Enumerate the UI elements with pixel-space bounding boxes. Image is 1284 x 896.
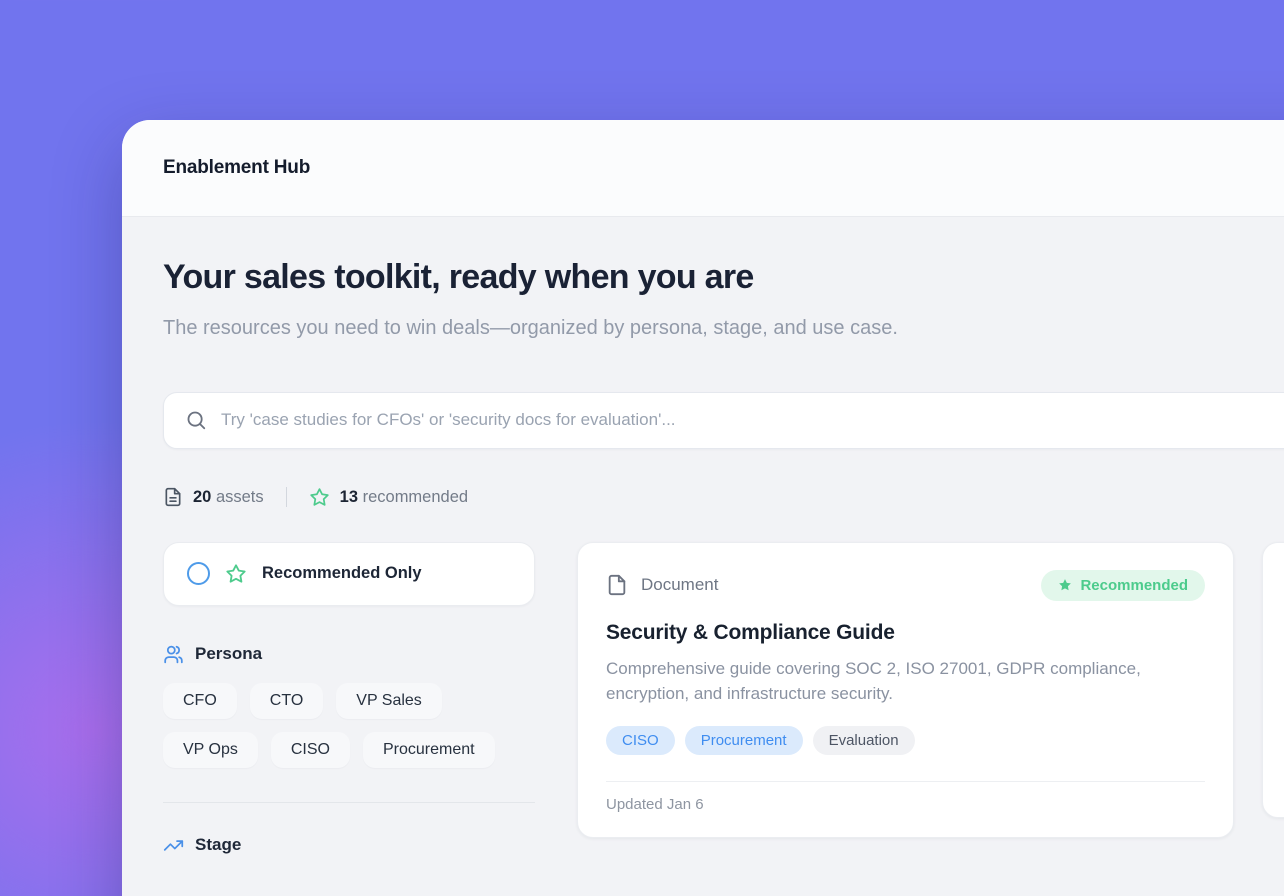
filters-sidebar: Recommended Only Persona: [163, 542, 535, 856]
search-bar[interactable]: [163, 392, 1284, 449]
tag-ciso: CISO: [606, 726, 675, 755]
persona-chip-procurement[interactable]: Procurement: [363, 732, 495, 768]
sidebar-divider: [163, 802, 535, 803]
panel-header: Enablement Hub: [122, 120, 1284, 217]
card-tags: CISO Procurement Evaluation: [606, 726, 1205, 755]
persona-chip-cfo[interactable]: CFO: [163, 683, 237, 719]
enablement-hub-panel: Enablement Hub Your sales toolkit, ready…: [122, 120, 1284, 896]
persona-chip-vp-sales[interactable]: VP Sales: [336, 683, 442, 719]
file-text-icon: [163, 487, 183, 507]
star-icon: [309, 487, 330, 508]
recommended-stat: 13 recommended: [309, 487, 468, 508]
persona-chip-ciso[interactable]: CISO: [271, 732, 350, 768]
tag-evaluation: Evaluation: [813, 726, 915, 755]
card-divider: [606, 781, 1205, 782]
radio-circle-icon[interactable]: [187, 562, 210, 585]
persona-chip-vp-ops[interactable]: VP Ops: [163, 732, 258, 768]
card-type: Document: [606, 574, 718, 596]
page-subtitle: The resources you need to win deals—orga…: [163, 312, 993, 344]
page-title: Your sales toolkit, ready when you are: [163, 257, 1284, 298]
assets-stat: 20 assets: [163, 487, 264, 507]
document-icon: [606, 574, 628, 596]
persona-chip-cto[interactable]: CTO: [250, 683, 323, 719]
stage-filter-section: Stage: [163, 835, 535, 856]
results-grid: Document Recommended Security & Complian…: [577, 542, 1284, 838]
star-icon: [225, 563, 247, 585]
card-top-row: Document Recommended: [606, 570, 1205, 601]
tag-procurement: Procurement: [685, 726, 803, 755]
users-icon: [163, 644, 184, 665]
card-updated-date: Updated Jan 6: [606, 796, 1205, 813]
recommended-only-label: Recommended Only: [262, 564, 422, 583]
recommended-badge: Recommended: [1041, 570, 1205, 601]
persona-filter-section: Persona CFO CTO VP Sales VP Ops CISO Pro…: [163, 644, 535, 768]
stage-title: Stage: [195, 835, 241, 855]
partial-asset-card[interactable]: [1262, 542, 1284, 818]
search-input[interactable]: [221, 410, 1284, 430]
stats-row: 20 assets 13 recommended: [163, 487, 1284, 508]
card-title: Security & Compliance Guide: [606, 621, 1205, 645]
app-title: Enablement Hub: [163, 157, 310, 179]
recommended-badge-label: Recommended: [1080, 577, 1188, 594]
stage-header: Stage: [163, 835, 535, 856]
card-type-label: Document: [641, 575, 718, 595]
assets-stat-text: 20 assets: [193, 488, 264, 507]
recommended-stat-text: 13 recommended: [340, 488, 468, 507]
stats-divider: [286, 487, 287, 507]
trending-up-icon: [163, 835, 184, 856]
asset-card-security-compliance-guide[interactable]: Document Recommended Security & Complian…: [577, 542, 1234, 838]
main-content: Your sales toolkit, ready when you are T…: [122, 217, 1284, 856]
card-description: Comprehensive guide covering SOC 2, ISO …: [606, 656, 1158, 707]
persona-title: Persona: [195, 644, 262, 664]
search-icon: [185, 409, 207, 431]
recommended-only-toggle[interactable]: Recommended Only: [163, 542, 535, 606]
star-icon: [1058, 578, 1072, 592]
persona-header: Persona: [163, 644, 535, 665]
persona-chips: CFO CTO VP Sales VP Ops CISO Procurement: [163, 683, 535, 768]
